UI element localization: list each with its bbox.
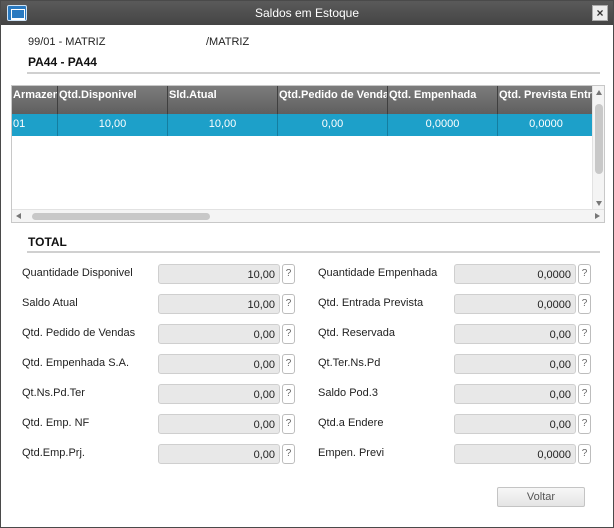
qtd-entrada-prevista-label: Qtd. Entrada Prevista [318,297,424,309]
empen-previ-label: Empen. Previ [318,447,385,459]
saldo-pod3-label: Saldo Pod.3 [318,387,378,399]
qt-ter-ns-pd-field[interactable]: 0,00 [454,354,576,374]
table-cell: 0,00 [278,114,388,136]
vertical-scrollbar[interactable] [592,86,604,210]
help-icon[interactable]: ? [578,354,591,374]
product-title: PA44 - PA44 [28,55,97,69]
voltar-button[interactable]: Voltar [497,487,585,507]
help-icon[interactable]: ? [282,414,295,434]
saldo-pod3-field[interactable]: 0,00 [454,384,576,404]
help-icon[interactable]: ? [578,384,591,404]
scroll-right-icon[interactable] [595,213,600,219]
help-icon[interactable]: ? [282,354,295,374]
qt-ter-ns-pd-label: Qt.Ter.Ns.Pd [318,357,381,369]
help-icon[interactable]: ? [578,264,591,284]
help-icon[interactable]: ? [282,264,295,284]
qtd-emp-prj-field[interactable]: 0,00 [158,444,280,464]
column-header[interactable]: Qtd. Prevista Entrada [498,86,594,114]
qtd-emp-nf-field[interactable]: 0,00 [158,414,280,434]
help-icon[interactable]: ? [282,294,295,314]
help-icon[interactable]: ? [282,324,295,344]
help-icon[interactable]: ? [282,444,295,464]
help-icon[interactable]: ? [578,414,591,434]
table-cell: 10,00 [58,114,168,136]
branch-label: 99/01 - MATRIZ [28,36,106,48]
saldos-dialog: Saldos em Estoque × 99/01 - MATRIZ /MATR… [0,0,614,528]
scroll-left-icon[interactable] [16,213,21,219]
table-cell: 0,0000 [529,118,563,130]
total-title: TOTAL [28,235,67,249]
qtd-empenhada-sa-label: Qtd. Empenhada S.A. [22,357,130,369]
close-icon[interactable]: × [592,5,608,21]
qt-ns-pd-ter-label: Qt.Ns.Pd.Ter [22,387,85,399]
column-header[interactable]: Sld.Atual [168,86,278,114]
help-icon[interactable]: ? [578,324,591,344]
grid-header: Armazem Qtd.Disponivel Sld.Atual Qtd.Ped… [12,86,594,114]
table-row[interactable]: 01 10,00 10,00 0,00 0,0000 0,0000 [12,114,594,136]
column-header[interactable]: Qtd. Empenhada [388,86,498,114]
table-cell: 10,00 [168,114,278,136]
stock-grid[interactable]: Armazem Qtd.Disponivel Sld.Atual Qtd.Ped… [11,85,605,223]
empen-previ-field[interactable]: 0,0000 [454,444,576,464]
help-icon[interactable]: ? [578,294,591,314]
table-cell: 01 [12,114,58,136]
total-divider [27,251,600,253]
scroll-up-icon[interactable] [596,90,602,95]
qtd-entrada-prevista-field[interactable]: 0,0000 [454,294,576,314]
column-header[interactable]: Armazem [12,86,58,114]
column-header[interactable]: Qtd.Disponivel [58,86,168,114]
qtd-pedido-vendas-label: Qtd. Pedido de Vendas [22,327,136,339]
qtd-emp-prj-label: Qtd.Emp.Prj. [22,447,85,459]
table-cell: 0,0000 [388,114,498,136]
saldo-atual-label: Saldo Atual [22,297,78,309]
help-icon[interactable]: ? [578,444,591,464]
column-header[interactable]: Qtd.Pedido de Vendas [278,86,388,114]
qtd-a-endere-field[interactable]: 0,00 [454,414,576,434]
qtd-empenhada-label: Quantidade Empenhada [318,267,438,279]
horizontal-scroll-thumb[interactable] [32,213,210,220]
qtd-empenhada-sa-field[interactable]: 0,00 [158,354,280,374]
qtd-emp-nf-label: Qtd. Emp. NF [22,417,90,429]
qtd-reservada-label: Qtd. Reservada [318,327,396,339]
qtd-reservada-field[interactable]: 0,00 [454,324,576,344]
product-divider [27,72,600,74]
vertical-scroll-thumb[interactable] [595,104,603,174]
title-bar[interactable]: Saldos em Estoque × [1,1,613,25]
qtd-empenhada-field[interactable]: 0,0000 [454,264,576,284]
qtd-disponivel-field[interactable]: 10,00 [158,264,280,284]
qtd-a-endere-label: Qtd.a Endere [318,417,384,429]
qt-ns-pd-ter-field[interactable]: 0,00 [158,384,280,404]
saldo-atual-field[interactable]: 10,00 [158,294,280,314]
qtd-disponivel-label: Quantidade Disponivel [22,267,133,279]
qtd-pedido-vendas-field[interactable]: 0,00 [158,324,280,344]
horizontal-scrollbar[interactable] [12,209,604,222]
help-icon[interactable]: ? [282,384,295,404]
company-label: /MATRIZ [206,36,250,48]
scroll-down-icon[interactable] [596,201,602,206]
window-title: Saldos em Estoque [254,6,360,20]
